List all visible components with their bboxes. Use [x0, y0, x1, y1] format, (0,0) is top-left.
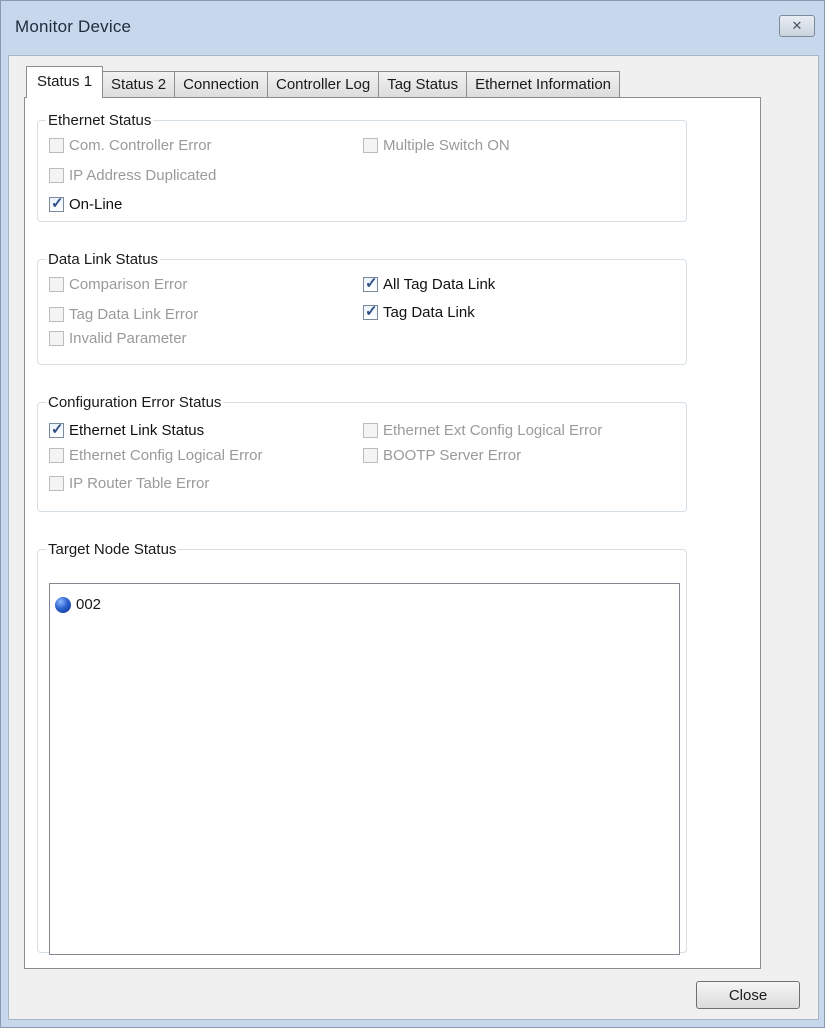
- com-controller-error-checkbox[interactable]: Com. Controller Error: [49, 137, 212, 154]
- ethernet-status-group: Ethernet Status Com. Controller Error IP…: [37, 112, 687, 222]
- close-icon[interactable]: ✕: [779, 15, 815, 37]
- checkbox-box: [49, 168, 64, 183]
- checkbox-label: Tag Data Link: [383, 304, 475, 321]
- status-1-tab-page: Ethernet Status Com. Controller Error IP…: [24, 97, 761, 969]
- checkbox-label: Ethernet Ext Config Logical Error: [383, 422, 603, 439]
- checkbox-label: Tag Data Link Error: [69, 306, 199, 323]
- list-item[interactable]: 002: [55, 596, 101, 613]
- data-link-status-group: Data Link Status Comparison Error Tag Da…: [37, 251, 687, 365]
- checkbox-label: Com. Controller Error: [69, 137, 212, 154]
- checkbox-box: [49, 277, 64, 292]
- on-line-checkbox[interactable]: ✓ On-Line: [49, 195, 123, 213]
- checkbox-box: ✓: [363, 303, 378, 320]
- all-tag-data-link-checkbox[interactable]: ✓ All Tag Data Link: [363, 275, 496, 293]
- target-node-list[interactable]: 002: [49, 583, 680, 955]
- checkbox-label: IP Router Table Error: [69, 475, 210, 492]
- checkbox-box: [49, 307, 64, 322]
- data-link-status-label: Data Link Status: [48, 251, 159, 268]
- node-id-label: 002: [76, 596, 102, 613]
- checkmark-icon: ✓: [365, 275, 378, 292]
- dialog-client-area: Status 1 Status 2 Connection Controller …: [8, 55, 819, 1020]
- checkbox-box: [49, 331, 64, 346]
- checkbox-label: IP Address Duplicated: [69, 167, 217, 184]
- checkbox-box: [49, 448, 64, 463]
- ethernet-ext-config-logical-error-checkbox[interactable]: Ethernet Ext Config Logical Error: [363, 422, 602, 439]
- checkbox-label: Multiple Switch ON: [383, 137, 510, 154]
- checkbox-label: All Tag Data Link: [383, 276, 496, 293]
- checkbox-label: Ethernet Config Logical Error: [69, 447, 263, 464]
- target-node-status-group: Target Node Status 002: [37, 541, 687, 955]
- tag-data-link-checkbox[interactable]: ✓ Tag Data Link: [363, 303, 475, 321]
- configuration-error-status-label: Configuration Error Status: [48, 394, 222, 411]
- ip-router-table-error-checkbox[interactable]: IP Router Table Error: [49, 475, 209, 492]
- comparison-error-checkbox[interactable]: Comparison Error: [49, 276, 187, 293]
- tab-strip: Status 1 Status 2 Connection Controller …: [26, 66, 621, 98]
- node-status-circle-icon: [55, 596, 71, 613]
- tag-data-link-error-checkbox[interactable]: Tag Data Link Error: [49, 306, 198, 323]
- tab-controller-log[interactable]: Controller Log: [266, 71, 380, 98]
- tab-status-1[interactable]: Status 1: [26, 66, 104, 98]
- checkbox-box: ✓: [363, 275, 378, 292]
- checkbox-label: Ethernet Link Status: [69, 422, 205, 439]
- window-title: Monitor Device: [15, 17, 132, 36]
- ip-address-duplicated-checkbox[interactable]: IP Address Duplicated: [49, 167, 216, 184]
- target-node-status-label: Target Node Status: [48, 541, 177, 558]
- configuration-error-status-group: Configuration Error Status ✓ Ethernet Li…: [37, 394, 687, 512]
- tab-connection[interactable]: Connection: [174, 71, 268, 98]
- ethernet-link-status-checkbox[interactable]: ✓ Ethernet Link Status: [49, 421, 205, 439]
- tab-ethernet-information[interactable]: Ethernet Information: [466, 71, 621, 98]
- checkbox-box: ✓: [49, 195, 64, 212]
- checkbox-label: Invalid Parameter: [69, 330, 187, 347]
- bootp-server-error-checkbox[interactable]: BOOTP Server Error: [363, 447, 521, 464]
- checkmark-icon: ✓: [51, 195, 64, 212]
- checkbox-label: Comparison Error: [69, 276, 188, 293]
- checkbox-label: On-Line: [69, 196, 123, 213]
- checkbox-box: [49, 138, 64, 153]
- ethernet-config-logical-error-checkbox[interactable]: Ethernet Config Logical Error: [49, 447, 262, 464]
- checkbox-box: ✓: [49, 421, 64, 438]
- checkbox-label: BOOTP Server Error: [383, 447, 522, 464]
- checkmark-icon: ✓: [51, 421, 64, 438]
- ethernet-status-label: Ethernet Status: [48, 112, 152, 129]
- multiple-switch-on-checkbox[interactable]: Multiple Switch ON: [363, 137, 510, 154]
- title-bar: Monitor Device ✕: [1, 1, 824, 55]
- checkbox-box: [363, 138, 378, 153]
- close-button[interactable]: Close: [696, 981, 800, 1009]
- checkbox-box: [363, 448, 378, 463]
- checkbox-box: [363, 423, 378, 438]
- checkbox-box: [49, 476, 64, 491]
- invalid-parameter-checkbox[interactable]: Invalid Parameter: [49, 330, 187, 347]
- checkmark-icon: ✓: [365, 303, 378, 320]
- monitor-device-window: Monitor Device ✕ Status 1 Status 2 Conne…: [0, 0, 825, 1028]
- tab-status-2[interactable]: Status 2: [102, 71, 176, 98]
- tab-tag-status[interactable]: Tag Status: [378, 71, 468, 98]
